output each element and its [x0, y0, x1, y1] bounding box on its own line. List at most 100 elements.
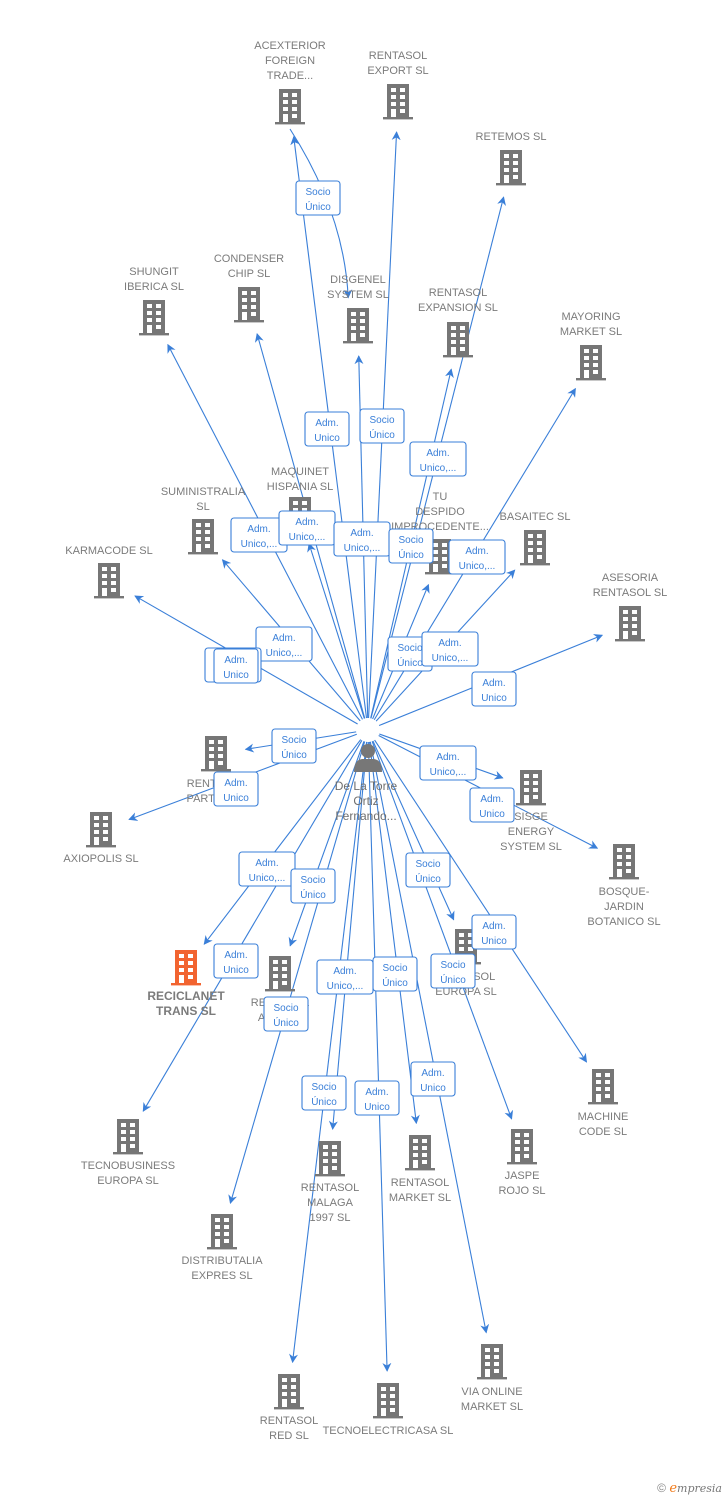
badge-label-line: Unico,... — [459, 561, 496, 572]
company-node-asesoria[interactable]: ASESORIA RENTASOL SL — [593, 572, 668, 642]
relation-badge[interactable]: Socio Único — [271, 728, 317, 764]
building-icon — [315, 1141, 345, 1177]
badge-label-line: Adm. — [247, 524, 270, 535]
badge-label-line: Adm. — [436, 752, 459, 763]
relation-badge[interactable]: Adm. Unico,... — [333, 521, 391, 557]
company-node-axiopolis[interactable]: AXIOPOLIS SL — [63, 812, 139, 865]
company-name-line: RENTASOL — [369, 50, 427, 62]
company-name-line: EXPORT SL — [367, 65, 428, 77]
relation-badge[interactable]: Adm. Unico,... — [409, 441, 467, 477]
company-name-line: RETEMOS SL — [476, 131, 547, 143]
company-node-rentasol-red[interactable]: RENTASOL RED SL — [260, 1374, 318, 1442]
badge-label-line: Unico,... — [432, 653, 469, 664]
company-name-line: RECICLANET — [147, 989, 225, 1003]
company-node-via-online[interactable]: VIA ONLINE MARKET SL — [461, 1344, 523, 1413]
company-name-line: EUROPA SL — [97, 1175, 159, 1187]
relation-badge[interactable]: Socio Único — [388, 528, 434, 564]
relation-badge[interactable]: Socio Único — [372, 956, 418, 992]
company-node-rentasol-export[interactable]: RENTASOL EXPORT SL — [367, 50, 429, 120]
relation-badge[interactable]: Adm. Unico — [304, 411, 350, 447]
company-name-line: CONDENSER — [214, 253, 284, 265]
relation-badge[interactable]: Adm. Unico,... — [419, 745, 477, 781]
building-icon — [275, 89, 305, 125]
badge-label-line: Unico — [364, 1102, 390, 1113]
relation-badge[interactable]: Adm. Unico — [213, 771, 259, 807]
relation-badge[interactable]: Adm. Unico — [213, 943, 259, 979]
company-name-line: FOREIGN — [265, 55, 315, 67]
company-name-line: EXPANSION SL — [418, 302, 498, 314]
company-name-line: TRANS SL — [156, 1004, 216, 1018]
company-name-line: IBERICA SL — [124, 281, 184, 293]
company-node-tecnobusiness[interactable]: TECNOBUSINESS EUROPA SL — [81, 1119, 175, 1187]
company-name-line: DISGENEL — [330, 274, 386, 286]
company-name-line: SUMINISTRALIA — [161, 486, 246, 498]
company-node-acexterior[interactable]: ACEXTERIOR FOREIGN TRADE... — [254, 40, 326, 125]
company-node-distributalia[interactable]: DISTRIBUTALIA EXPRES SL — [181, 1214, 263, 1282]
company-node-mayoring[interactable]: MAYORING MARKET SL — [560, 311, 622, 381]
company-node-shungit[interactable]: SHUNGIT IBERICA SL — [124, 266, 184, 336]
company-node-basaitec[interactable]: BASAITEC SL — [500, 511, 571, 566]
footer-credit: © empresia — [657, 1481, 722, 1496]
company-name-line: SHUNGIT — [129, 266, 179, 278]
company-node-jaspe[interactable]: JASPE ROJO SL — [498, 1129, 546, 1197]
company-node-rentasol-expansion[interactable]: RENTASOL EXPANSION SL — [418, 287, 498, 358]
badge-label-line: Socio — [311, 1082, 336, 1093]
relation-badge[interactable]: Socio Único — [301, 1075, 347, 1111]
building-icon — [588, 1069, 618, 1105]
company-name-line: RENTASOL — [429, 287, 487, 299]
relation-badge[interactable]: Socio Único — [263, 996, 309, 1032]
relation-badge[interactable]: Adm. Unico — [354, 1080, 400, 1116]
company-name-line: SISGE — [514, 811, 548, 823]
company-name-line: AXIOPOLIS SL — [63, 853, 138, 865]
company-node-disgenel[interactable]: DISGENEL SYSTEM SL — [327, 274, 389, 344]
relation-badge[interactable]: Adm. Unico,... — [448, 539, 506, 575]
badge-label-line: Unico,... — [327, 981, 364, 992]
relation-badge[interactable]: Adm. Unico — [213, 648, 259, 684]
relation-badge[interactable]: Socio Único — [430, 953, 476, 989]
relation-badge[interactable]: Socio Único — [290, 868, 336, 904]
company-node-tecnoelectricasa[interactable]: TECNOELECTRICASA SL — [323, 1383, 454, 1437]
company-name-line: RENTASOL — [301, 1182, 359, 1194]
relation-badge[interactable]: Socio Único — [359, 408, 405, 444]
relation-badge[interactable]: Adm. Unico,... — [316, 959, 374, 995]
badge-label-line: Socio — [281, 735, 306, 746]
center-person[interactable]: De La Torre Ortiz Fernando... — [335, 744, 398, 823]
company-name-line: MACHINE — [578, 1111, 629, 1123]
company-name-line: MARKET SL — [560, 326, 622, 338]
company-node-machine-code[interactable]: MACHINE CODE SL — [578, 1069, 629, 1138]
relation-badge[interactable]: Adm. Unico,... — [238, 851, 296, 887]
brand-logo-initial: e — [669, 1481, 678, 1496]
relation-badge[interactable]: Socio Único — [405, 852, 451, 888]
relation-badge[interactable]: Socio Único — [295, 180, 341, 216]
company-node-condenser[interactable]: CONDENSER CHIP SL — [214, 253, 284, 323]
building-icon — [576, 345, 606, 381]
relation-badge[interactable]: Adm. Unico — [471, 671, 517, 707]
company-name-line: ACEXTERIOR — [254, 40, 326, 52]
building-icon — [615, 606, 645, 642]
building-icon — [201, 736, 231, 772]
company-node-retemos[interactable]: RETEMOS SL — [476, 131, 547, 186]
company-name-line: SYSTEM SL — [327, 289, 389, 301]
relation-edge-tecnoelectricasa — [367, 741, 392, 1372]
company-name-line: MARKET SL — [389, 1192, 451, 1204]
relation-badge[interactable]: Adm. Unico — [471, 914, 517, 950]
badge-label-line: Único — [382, 976, 408, 989]
relation-badge[interactable]: Adm. Unico,... — [255, 626, 313, 662]
company-name-line: 1997 SL — [310, 1212, 351, 1224]
badge-label-line: Único — [440, 973, 466, 986]
company-node-rentasol-malaga[interactable]: RENTASOL MALAGA 1997 SL — [301, 1141, 359, 1224]
person-name-line-1: De La Torre — [335, 779, 398, 793]
badge-label-line: Unico — [223, 670, 249, 681]
company-node-rentasol-market[interactable]: RENTASOL MARKET SL — [389, 1135, 451, 1204]
relation-badge[interactable]: Adm. Unico,... — [278, 510, 336, 546]
badge-label-line: Socio — [369, 415, 394, 426]
badge-label-line: Socio — [398, 535, 423, 546]
relation-badge[interactable]: Adm. Unico — [410, 1061, 456, 1097]
company-node-karmacode[interactable]: KARMACODE SL — [65, 545, 153, 599]
relation-badge[interactable]: Adm. Unico — [469, 787, 515, 823]
relation-badge[interactable]: Adm. Unico,... — [421, 631, 479, 667]
company-name-line: TU — [433, 491, 448, 503]
badge-label-line: Unico,... — [420, 463, 457, 474]
badge-label-line: Único — [305, 200, 331, 213]
company-node-bosque[interactable]: BOSQUE- JARDIN BOTANICO SL — [587, 844, 661, 928]
